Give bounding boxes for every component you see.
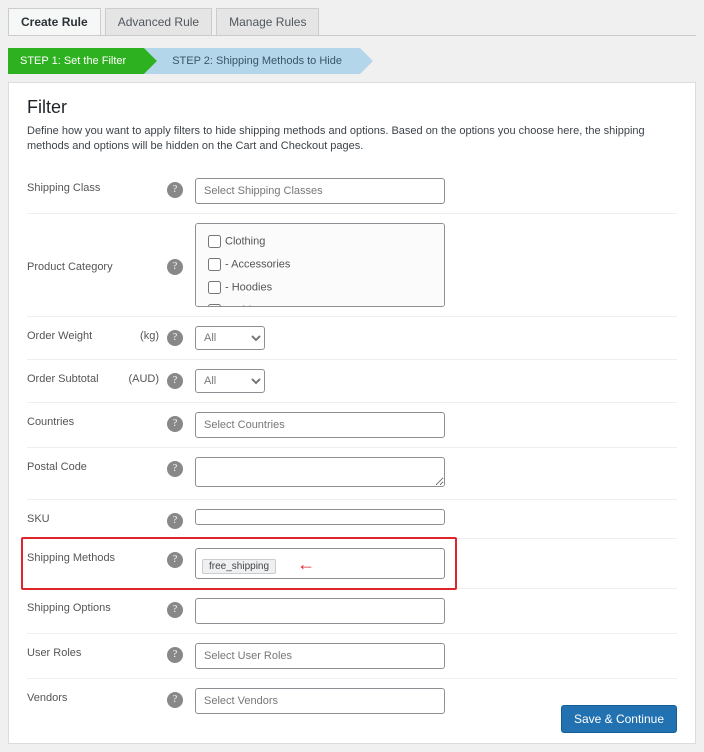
label-user-roles: User Roles bbox=[27, 647, 81, 659]
help-icon[interactable]: ? bbox=[167, 461, 183, 477]
tab-create-rule[interactable]: Create Rule bbox=[8, 8, 101, 35]
shipping-options-input[interactable] bbox=[195, 598, 445, 624]
vendors-select[interactable]: Select Vendors bbox=[195, 688, 445, 714]
help-icon[interactable]: ? bbox=[167, 182, 183, 198]
help-icon[interactable]: ? bbox=[167, 513, 183, 529]
label-shipping-options: Shipping Options bbox=[27, 602, 111, 614]
order-weight-select[interactable]: All bbox=[195, 326, 265, 350]
unit-kg: (kg) bbox=[140, 330, 159, 342]
row-product-category: Product Category ? Clothing- Accessories… bbox=[27, 214, 677, 317]
label-order-subtotal: Order Subtotal bbox=[27, 373, 99, 385]
order-subtotal-select[interactable]: All bbox=[195, 369, 265, 393]
category-option[interactable]: Clothing bbox=[204, 230, 436, 253]
label-sku: SKU bbox=[27, 513, 50, 525]
label-product-category: Product Category bbox=[27, 261, 113, 273]
shipping-method-tag[interactable]: free_shipping bbox=[202, 559, 276, 574]
row-countries: Countries ? Select Countries bbox=[27, 403, 677, 448]
help-icon[interactable]: ? bbox=[167, 647, 183, 663]
label-order-weight: Order Weight bbox=[27, 330, 92, 342]
row-postal-code: Postal Code ? bbox=[27, 448, 677, 500]
category-option[interactable]: - Hoodies bbox=[204, 276, 436, 299]
annotation-arrow-icon: ← bbox=[297, 554, 315, 574]
help-icon[interactable]: ? bbox=[167, 330, 183, 346]
help-icon[interactable]: ? bbox=[167, 259, 183, 275]
help-icon[interactable]: ? bbox=[167, 416, 183, 432]
row-user-roles: User Roles ? Select User Roles bbox=[27, 634, 677, 679]
label-vendors: Vendors bbox=[27, 692, 67, 704]
help-icon[interactable]: ? bbox=[167, 373, 183, 389]
row-sku: SKU ? bbox=[27, 500, 677, 539]
user-roles-select[interactable]: Select User Roles bbox=[195, 643, 445, 669]
tab-bar: Create Rule Advanced Rule Manage Rules bbox=[8, 8, 696, 36]
countries-select[interactable]: Select Countries bbox=[195, 412, 445, 438]
step-2-methods-to-hide[interactable]: STEP 2: Shipping Methods to Hide bbox=[144, 48, 360, 74]
category-option[interactable]: - Accessories bbox=[204, 253, 436, 276]
row-shipping-class: Shipping Class ? Select Shipping Classes bbox=[27, 169, 677, 214]
save-continue-button[interactable]: Save & Continue bbox=[561, 705, 677, 733]
label-shipping-methods: Shipping Methods bbox=[27, 552, 115, 564]
help-icon[interactable]: ? bbox=[167, 692, 183, 708]
category-option[interactable]: - Tshirts bbox=[204, 299, 436, 307]
label-countries: Countries bbox=[27, 416, 74, 428]
help-icon[interactable]: ? bbox=[167, 602, 183, 618]
row-shipping-options: Shipping Options ? bbox=[27, 589, 677, 634]
postal-code-input[interactable] bbox=[195, 457, 445, 487]
row-shipping-methods: Shipping Methods ? free_shipping ← bbox=[27, 539, 677, 589]
row-order-weight: Order Weight (kg) ? All bbox=[27, 317, 677, 360]
label-postal-code: Postal Code bbox=[27, 461, 87, 473]
shipping-class-select[interactable]: Select Shipping Classes bbox=[195, 178, 445, 204]
row-order-subtotal: Order Subtotal (AUD) ? All bbox=[27, 360, 677, 403]
sku-input[interactable] bbox=[195, 509, 445, 525]
product-category-list[interactable]: Clothing- Accessories- Hoodies- TshirtsD… bbox=[195, 223, 445, 307]
unit-aud: (AUD) bbox=[128, 373, 159, 385]
tab-advanced-rule[interactable]: Advanced Rule bbox=[105, 8, 212, 35]
tab-manage-rules[interactable]: Manage Rules bbox=[216, 8, 319, 35]
shipping-methods-input[interactable]: free_shipping ← bbox=[195, 548, 445, 579]
filter-panel: Filter Define how you want to apply filt… bbox=[8, 82, 696, 744]
label-shipping-class: Shipping Class bbox=[27, 182, 100, 194]
panel-description: Define how you want to apply filters to … bbox=[27, 124, 677, 155]
wizard-steps: STEP 1: Set the Filter STEP 2: Shipping … bbox=[8, 48, 696, 74]
step-1-set-filter[interactable]: STEP 1: Set the Filter bbox=[8, 48, 144, 74]
help-icon[interactable]: ? bbox=[167, 552, 183, 568]
panel-title: Filter bbox=[27, 97, 677, 118]
